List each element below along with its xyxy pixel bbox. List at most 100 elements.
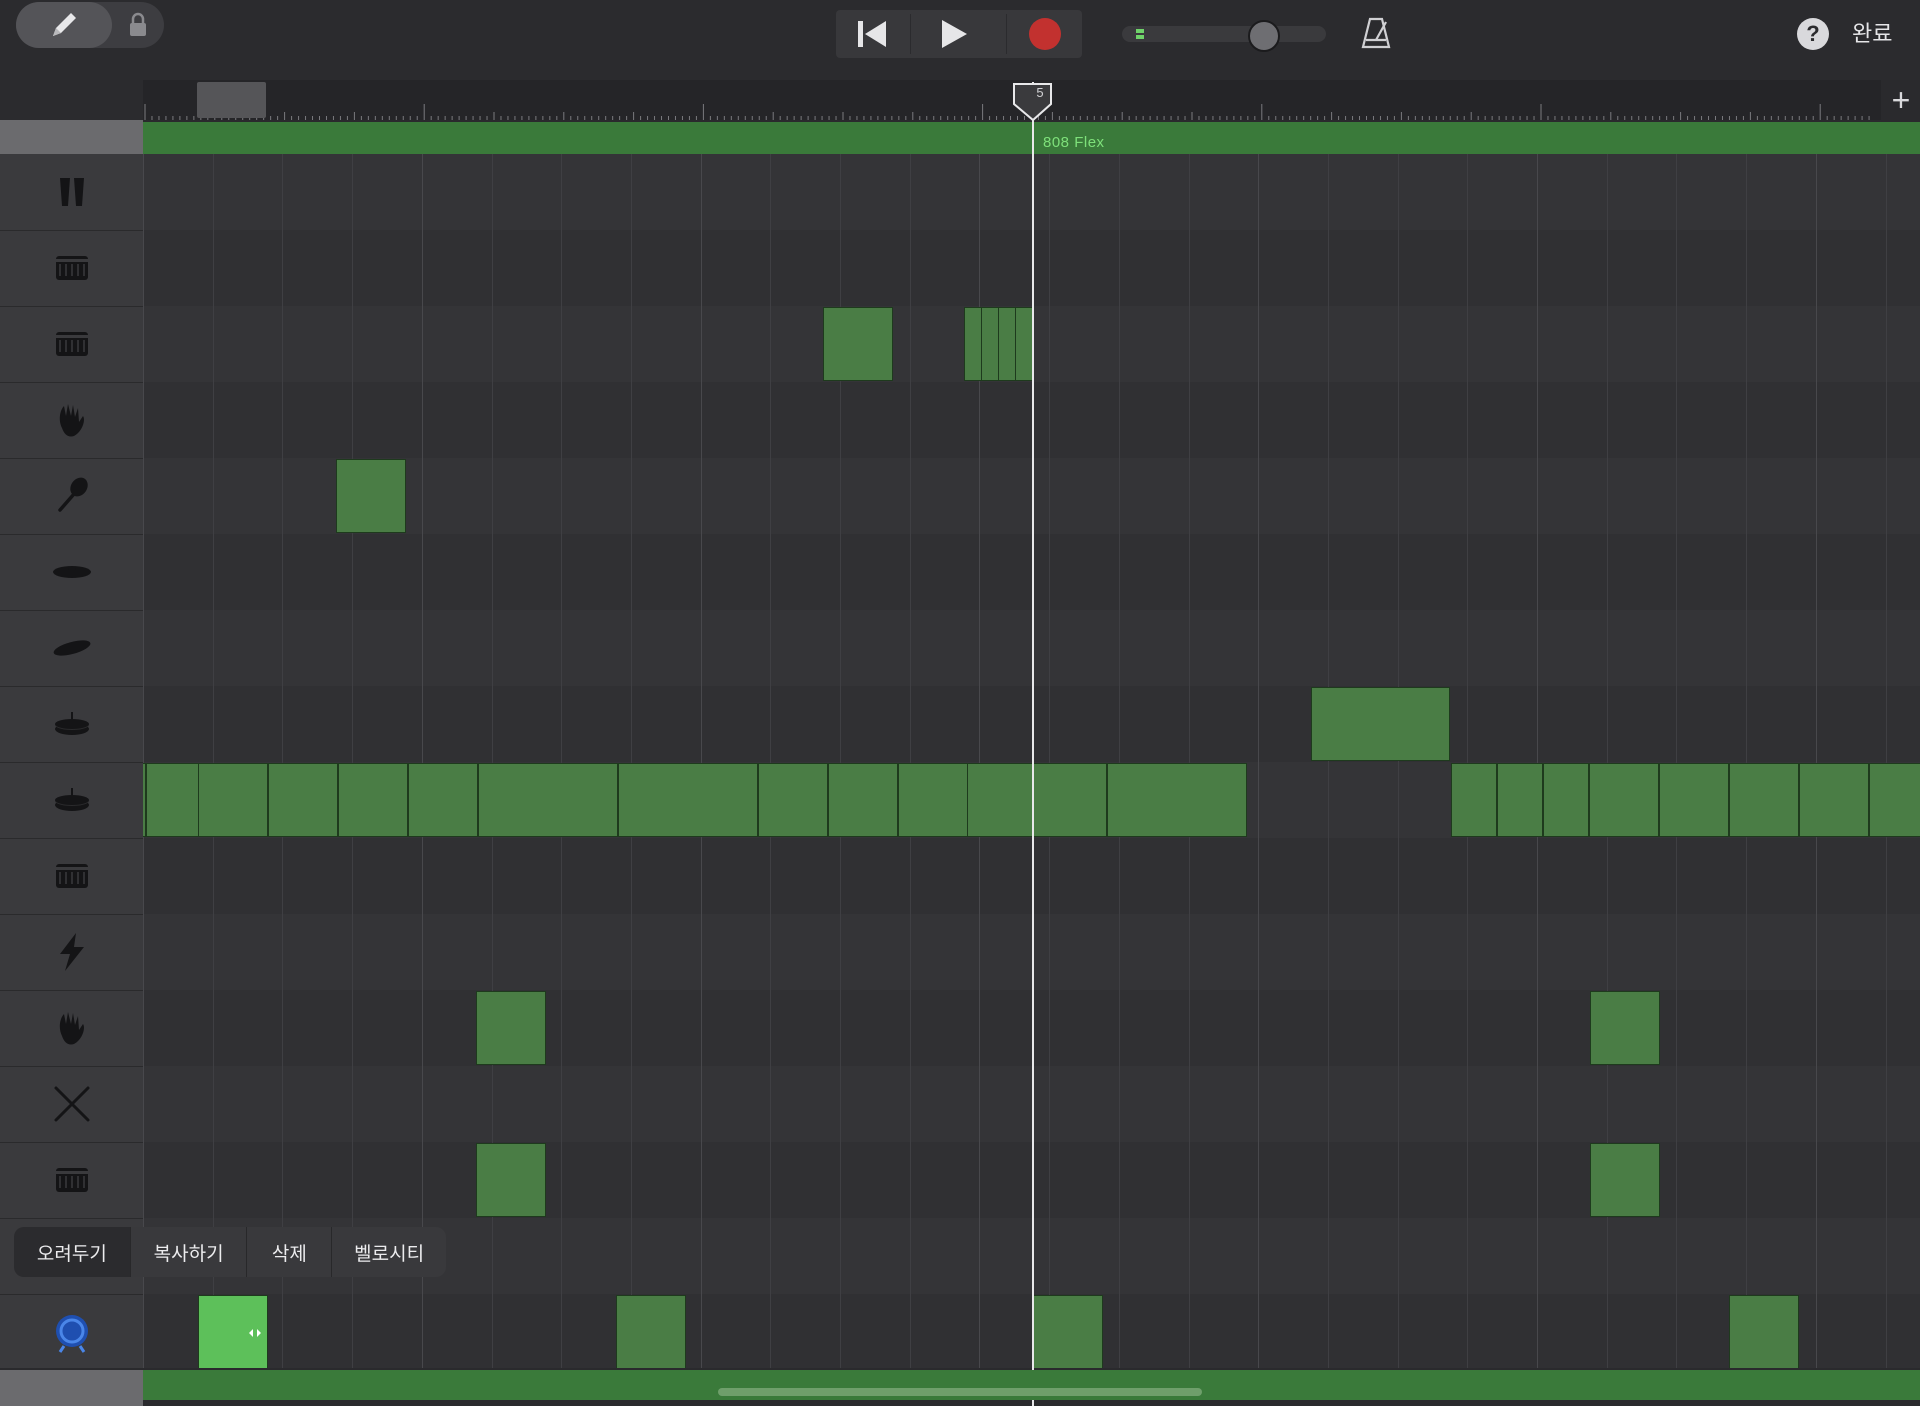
- note-cell[interactable]: [408, 763, 478, 837]
- note-cell[interactable]: [1033, 1295, 1103, 1368]
- grid-line: [1816, 154, 1817, 1368]
- horizontal-scrollbar[interactable]: [718, 1388, 1202, 1396]
- done-button[interactable]: 완료: [1852, 16, 1892, 52]
- hihat-icon: [54, 788, 89, 811]
- note-cell[interactable]: [1543, 763, 1589, 837]
- note-cell[interactable]: [478, 763, 618, 837]
- instrument-row-hihat-closed[interactable]: [0, 762, 143, 839]
- note-cell[interactable]: [898, 763, 968, 837]
- playhead-bar-number: 5: [1036, 85, 1043, 100]
- pencil-icon: [53, 13, 76, 36]
- instrument-row-cymbal[interactable]: [0, 534, 143, 611]
- instrument-row-hihat-open[interactable]: [0, 686, 143, 763]
- note-cell[interactable]: [967, 763, 1107, 837]
- note-cell[interactable]: [268, 763, 338, 837]
- kick-drum-icon: [55, 1315, 88, 1353]
- selected-note-cell[interactable]: [198, 1295, 268, 1368]
- instrument-row-sticks[interactable]: [0, 1066, 143, 1143]
- instrument-row-clap-2[interactable]: [0, 990, 143, 1067]
- menu-item-velocity[interactable]: 벨로시티: [332, 1227, 446, 1277]
- volume-slider[interactable]: [1122, 26, 1326, 42]
- conga-icon: [59, 178, 84, 206]
- instrument-row-maraca[interactable]: [0, 458, 143, 535]
- timeline-ruler[interactable]: [143, 80, 1881, 120]
- note-cell[interactable]: [476, 1143, 546, 1217]
- note-cell[interactable]: [198, 763, 268, 837]
- instrument-row-kick[interactable]: [0, 1294, 143, 1371]
- note-cell[interactable]: [1799, 763, 1869, 837]
- instrument-row-snare-3[interactable]: [0, 1142, 143, 1219]
- note-cell[interactable]: [1497, 763, 1543, 837]
- note-cell[interactable]: [828, 763, 898, 837]
- ruler-spacer: [0, 80, 143, 120]
- grid-line: [1398, 154, 1399, 1368]
- grid-line: [1119, 154, 1120, 1368]
- hand-clap-icon: [59, 404, 84, 437]
- note-cell[interactable]: [1590, 991, 1660, 1065]
- grid-line: [1537, 154, 1538, 1368]
- instrument-row-conga[interactable]: [0, 154, 143, 231]
- edit-mode-toggle[interactable]: [16, 2, 164, 48]
- note-cell[interactable]: [1729, 1295, 1799, 1368]
- grid-line: [1676, 154, 1677, 1368]
- instrument-row-clap[interactable]: [0, 382, 143, 459]
- add-button[interactable]: +: [1886, 80, 1916, 120]
- playhead-line: [1032, 82, 1034, 1406]
- region-header-spacer: [0, 120, 143, 154]
- instrument-row-crash[interactable]: [0, 610, 143, 687]
- record-button[interactable]: [1008, 10, 1082, 58]
- note-cell[interactable]: [1451, 763, 1497, 837]
- instrument-row-snare-2[interactable]: [0, 306, 143, 383]
- note-cell[interactable]: [998, 307, 1016, 381]
- volume-knob[interactable]: [1248, 20, 1280, 52]
- maraca-icon: [57, 477, 88, 512]
- note-cell[interactable]: [616, 1295, 686, 1368]
- instrument-row-snare[interactable]: [0, 230, 143, 307]
- menu-item-cut[interactable]: 오려두기: [14, 1227, 131, 1277]
- note-cell[interactable]: [338, 763, 408, 837]
- region-name: 808 Flex: [1043, 134, 1105, 151]
- help-button[interactable]: ?: [1797, 18, 1829, 50]
- note-cell[interactable]: [1659, 763, 1729, 837]
- playhead-handle[interactable]: 5: [1013, 82, 1053, 122]
- divider: [910, 14, 911, 54]
- grid-line: [1746, 154, 1747, 1368]
- resize-handle-icon[interactable]: [249, 1328, 261, 1338]
- grid-line: [213, 154, 214, 1368]
- note-cell[interactable]: [981, 307, 999, 381]
- snare-drum-icon: [55, 332, 88, 356]
- note-cell[interactable]: [1589, 763, 1659, 837]
- grid-line: [1189, 154, 1190, 1368]
- note-cell[interactable]: [964, 307, 982, 381]
- note-cell[interactable]: [1015, 307, 1033, 381]
- drumsticks-icon: [54, 1086, 89, 1122]
- crash-cymbal-icon: [53, 640, 90, 656]
- lock-button[interactable]: [116, 2, 160, 48]
- loop-region-handle[interactable]: [197, 82, 266, 118]
- note-cell[interactable]: [1729, 763, 1799, 837]
- note-cell[interactable]: [823, 307, 893, 381]
- menu-item-delete[interactable]: 삭제: [247, 1227, 333, 1277]
- grid-line: [1467, 154, 1468, 1368]
- note-cell[interactable]: [1107, 763, 1247, 837]
- pencil-button[interactable]: [16, 2, 112, 48]
- note-cell[interactable]: [1869, 763, 1920, 837]
- note-cell[interactable]: [1590, 1143, 1660, 1217]
- cymbal-icon: [52, 566, 91, 578]
- note-cell[interactable]: [1311, 687, 1450, 761]
- lightning-icon: [59, 933, 84, 971]
- instrument-row-tom[interactable]: [0, 838, 143, 915]
- instrument-row-fx[interactable]: [0, 914, 143, 991]
- metronome-button[interactable]: [1360, 16, 1392, 55]
- grid-line: [1328, 154, 1329, 1368]
- hand-clap-icon: [59, 1012, 84, 1045]
- note-cell[interactable]: [476, 991, 546, 1065]
- grid-line: [1049, 154, 1050, 1368]
- rewind-button[interactable]: [836, 10, 908, 58]
- note-cell[interactable]: [758, 763, 828, 837]
- metronome-icon: [1361, 17, 1391, 49]
- menu-item-copy[interactable]: 복사하기: [131, 1227, 248, 1277]
- note-cell[interactable]: [336, 459, 406, 533]
- play-button[interactable]: [912, 10, 996, 58]
- note-cell[interactable]: [618, 763, 758, 837]
